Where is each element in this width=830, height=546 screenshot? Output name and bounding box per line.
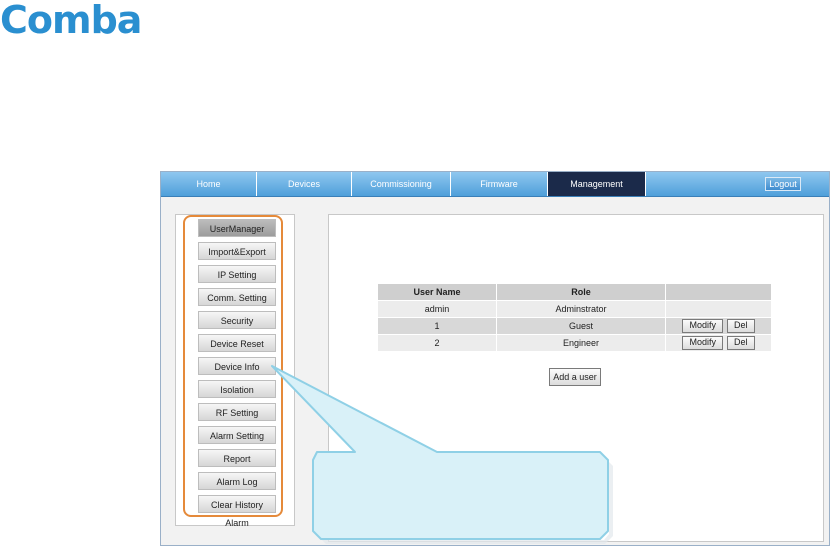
annotation-callout bbox=[271, 365, 613, 544]
callout-bubble bbox=[271, 365, 609, 540]
